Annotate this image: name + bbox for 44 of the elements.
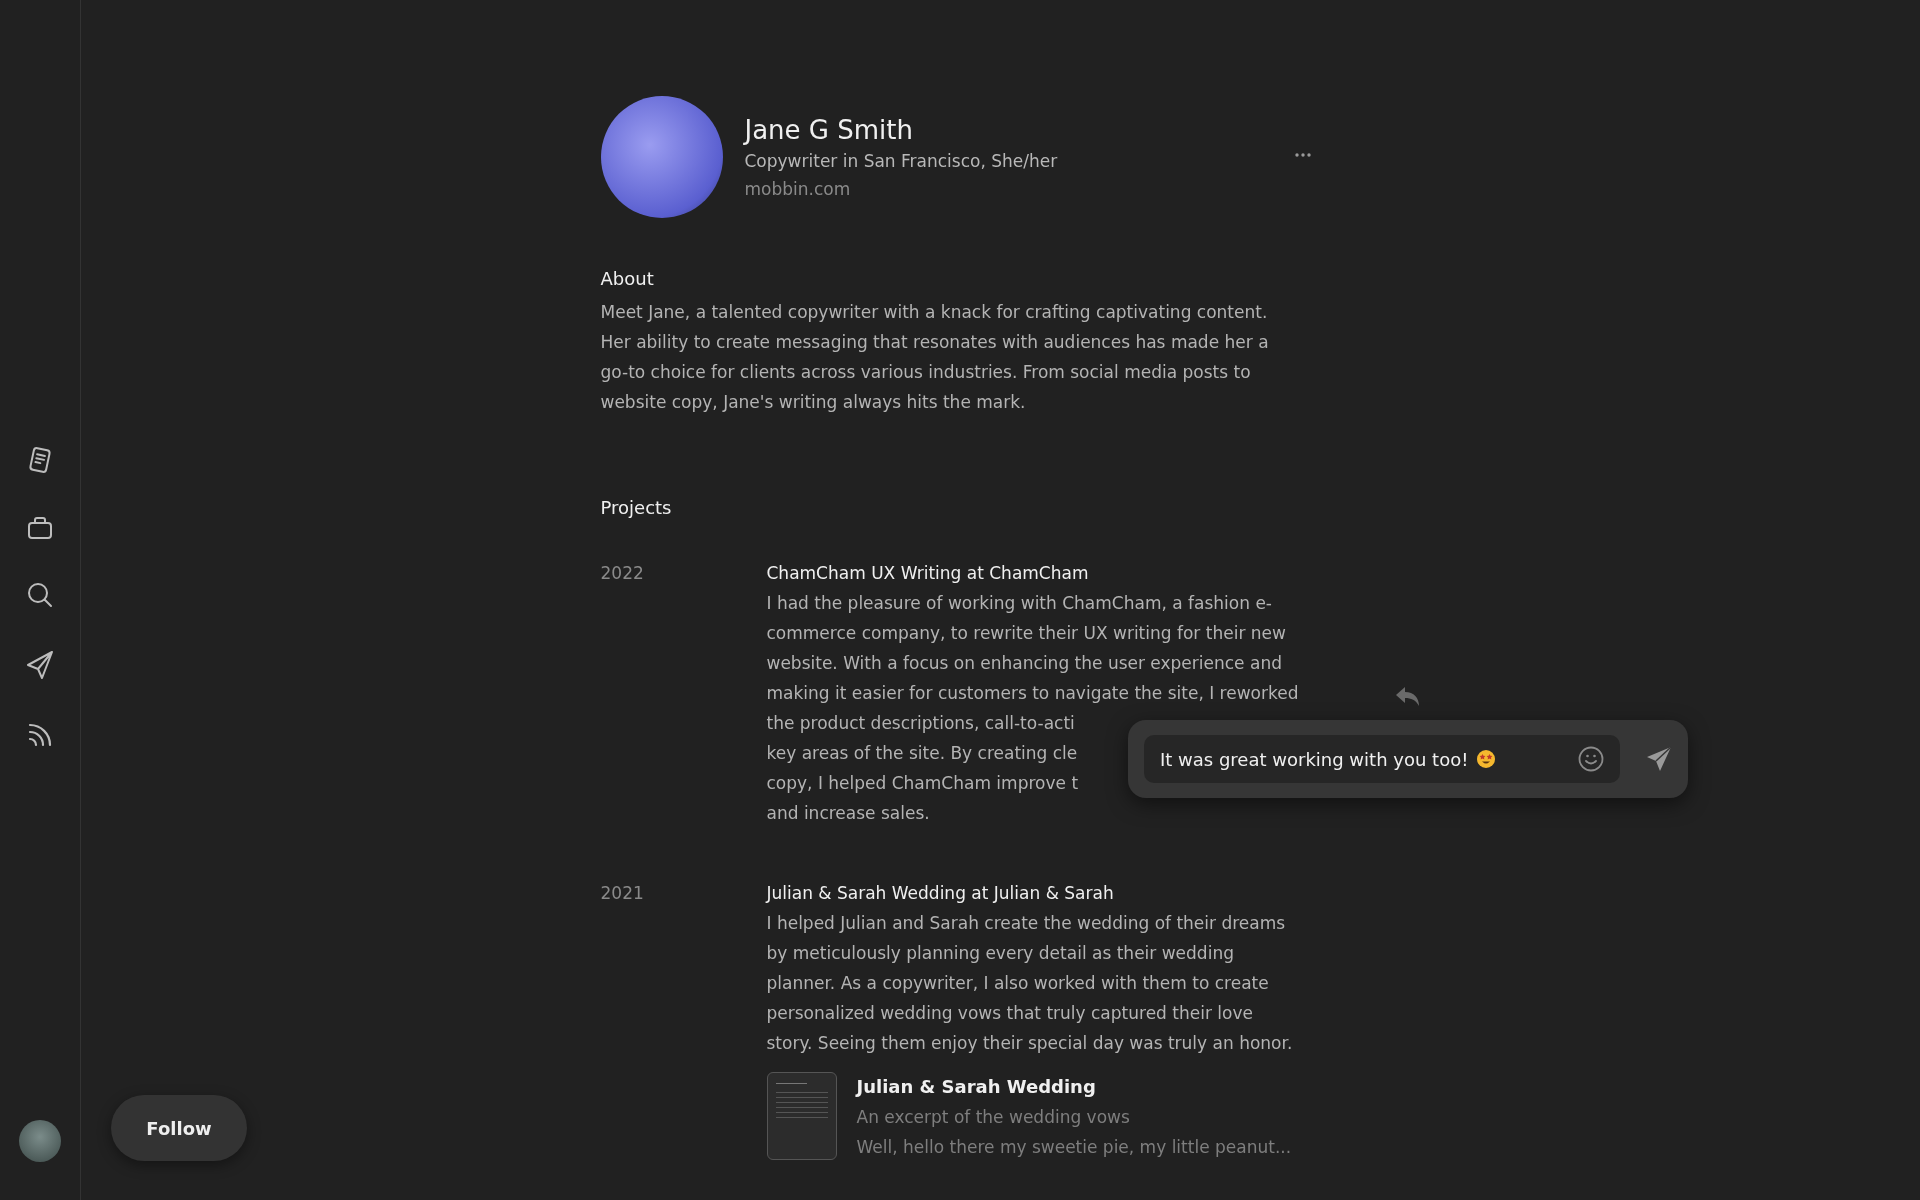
project-year: 2021 — [600, 882, 645, 905]
attachment-title: Julian & Sarah Wedding — [856, 1075, 1097, 1099]
document-icon[interactable] — [27, 446, 53, 474]
project-description-line: copy, I helped ChamCham improve t — [766, 772, 1079, 795]
project-description-line: website. With a focus on enhancing the user experience and — [766, 652, 1282, 675]
emoji-icon[interactable] — [1578, 746, 1604, 772]
star-eyes-emoji-icon — [1476, 749, 1497, 769]
briefcase-icon[interactable] — [27, 516, 53, 540]
project-description-line: the product descriptions, call-to-acti — [766, 712, 1075, 735]
project-description-line: key areas of the site. By creating cle — [766, 742, 1078, 765]
project-title: ChamCham UX Writing at ChamCham — [766, 562, 1090, 585]
send-icon[interactable] — [26, 650, 54, 680]
document-thumbnail[interactable] — [766, 1072, 837, 1160]
attachment-subtitle: An excerpt of the wedding vows — [856, 1106, 1131, 1129]
user-avatar[interactable] — [19, 1120, 61, 1162]
project-description-line: I had the pleasure of working with ChamCham, a fashion e- — [766, 592, 1272, 615]
follow-button[interactable]: Follow — [111, 1095, 247, 1161]
message-field[interactable]: It was great working with you too! — [1144, 735, 1620, 783]
project-title: Julian & Sarah Wedding at Julian & Sarah — [766, 882, 1115, 905]
profile-name: Jane G Smith — [744, 115, 914, 145]
project-year: 2022 — [600, 562, 645, 585]
feed-icon[interactable] — [27, 722, 53, 748]
more-icon[interactable] — [1294, 153, 1311, 157]
project-description-line: story. Seeing them enjoy their special day was truly an honor. — [766, 1032, 1293, 1055]
search-icon[interactable] — [27, 582, 53, 608]
section-heading: About — [600, 268, 655, 289]
about-text-line: website copy, Jane's writing always hits the mark. — [600, 391, 1026, 414]
attachment-excerpt: Well, hello there my sweetie pie, my little peanut... — [856, 1136, 1292, 1159]
project-description-line: planner. As a copywriter, I also worked with them to create — [766, 972, 1269, 995]
project-description-line: making it easier for customers to navigate the site, I reworked — [766, 682, 1299, 705]
message-text: It was great working with you too! — [1160, 748, 1469, 770]
website-link[interactable]: mobbin.com — [744, 179, 1295, 199]
about-text-line: Her ability to create messaging that resonates with audiences has made her a — [600, 331, 1269, 354]
project-description-line: and increase sales. — [766, 802, 930, 825]
section-heading: Projects — [600, 497, 673, 518]
reply-icon[interactable] — [1395, 686, 1421, 708]
project-description-line: personalized wedding vows that truly captured their love — [766, 1002, 1253, 1025]
project-description-line: commerce company, to rewrite their UX writing for their new — [766, 622, 1286, 645]
about-text-line: go-to choice for clients across various industries. From social media posts to — [600, 361, 1251, 384]
send-icon[interactable] — [1646, 746, 1672, 772]
about-text-line: Meet Jane, a talented copywriter with a knack for crafting captivating content. — [600, 301, 1268, 324]
project-description-line: I helped Julian and Sarah create the wedding of their dreams — [766, 912, 1286, 935]
profile-headline: Copywriter in San Francisco, She/her — [744, 151, 1059, 171]
project-description-line: by meticulously planning every detail as their wedding — [766, 942, 1234, 965]
